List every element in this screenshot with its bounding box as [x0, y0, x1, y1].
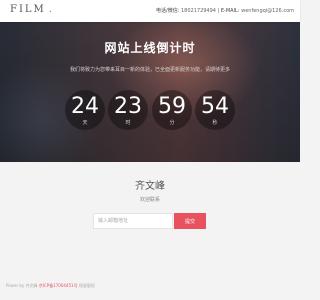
hero-title: 网站上线倒计时 [104, 41, 196, 55]
footer-icp-link[interactable]: 京ICP备17004451号 [39, 283, 78, 288]
hero-banner: 网站上线倒计时 我们将致力为您带来耳目一新的体验，已全面更新服务功能，请期待更多… [0, 22, 300, 162]
email-label: E-MAIL: [220, 8, 240, 14]
countdown-minutes-unit: 分 [169, 120, 175, 126]
footer-copyright: 保留版权 [78, 283, 95, 288]
phone-number: 18021729494 [180, 8, 216, 14]
countdown-days-value: 24 [71, 94, 99, 119]
countdown-seconds: 54 秒 [195, 90, 235, 130]
top-navbar: FILM. 电话/微信: 18021729494 | E-MAIL: wenfe… [0, 0, 300, 22]
footer-powered-by: Power by 齐文峰 [6, 283, 38, 288]
email-address: wenfengqi@126.com [241, 8, 294, 14]
phone-label: 电话/微信: [156, 8, 180, 14]
contact-subtitle: 欢迎联系 [139, 197, 160, 203]
header-contact: 电话/微信: 18021729494 | E-MAIL: wenfengqi@1… [156, 7, 294, 14]
logo-text: FILM [10, 4, 46, 15]
countdown-days-unit: 天 [82, 120, 88, 126]
email-input[interactable] [93, 213, 173, 229]
submit-button[interactable]: 提交 [174, 213, 206, 229]
logo[interactable]: FILM. [10, 4, 54, 15]
hero-subtitle: 我们将致力为您带来耳目一新的体验，已全面更新服务功能，请期待更多 [69, 67, 230, 73]
footer: Power by 齐文峰 京ICP备17004451号 保留版权 [6, 283, 95, 289]
countdown-seconds-unit: 秒 [212, 120, 218, 126]
countdown-hours-value: 23 [114, 94, 142, 119]
countdown-minutes: 59 分 [152, 90, 192, 130]
countdown-hours: 23 时 [108, 90, 148, 130]
contact-name: 齐文峰 [135, 181, 165, 192]
countdown-days: 24 天 [65, 90, 105, 130]
countdown-minutes-value: 59 [158, 94, 186, 119]
countdown-hours-unit: 时 [125, 120, 131, 126]
countdown-seconds-value: 54 [201, 94, 229, 119]
logo-dot: . [48, 4, 54, 15]
